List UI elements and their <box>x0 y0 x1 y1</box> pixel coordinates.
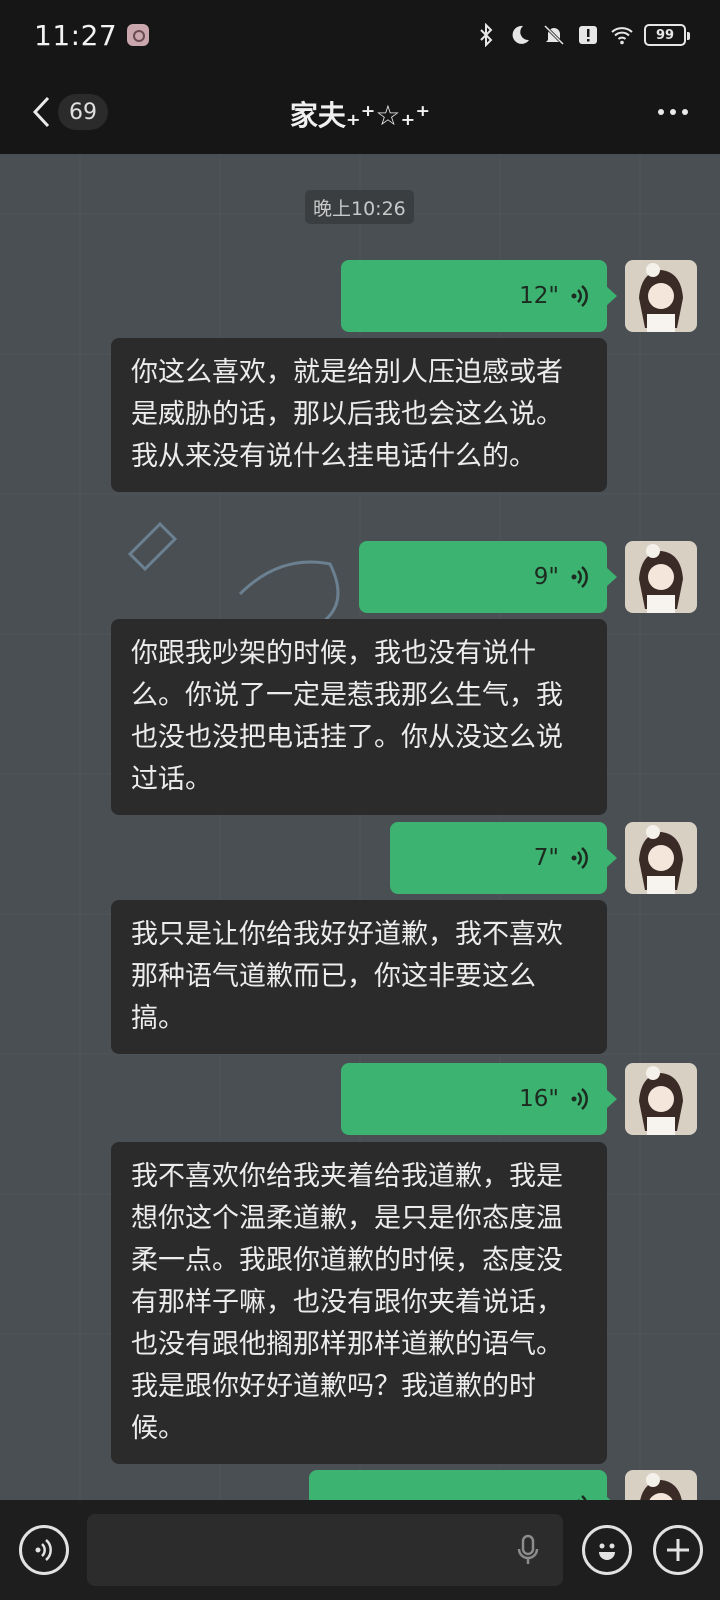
voice-duration: 16" <box>519 1086 559 1112</box>
message-input[interactable] <box>87 1514 563 1586</box>
emoji-button[interactable] <box>582 1525 632 1575</box>
chat-messages[interactable]: 晚上10:26 12" 你这么喜欢，就是给别人压迫感或者是威胁的话，那以后我也会… <box>0 154 720 1500</box>
voice-duration: 9" <box>533 564 559 590</box>
message-timestamp: 晚上10:26 <box>305 190 414 224</box>
voice-message[interactable]: 16" <box>341 1063 617 1135</box>
voice-duration: 7" <box>533 845 559 871</box>
battery-icon: 99 <box>644 24 690 46</box>
voice-wave-icon <box>571 847 588 869</box>
voice-wave-icon <box>571 566 588 588</box>
text-message[interactable]: 我不喜欢你给我夹着给我道歉，我是想你这个温柔道歉，是只是你态度温柔一点。我跟你道… <box>111 1142 607 1464</box>
voice-mode-icon <box>35 1539 52 1561</box>
voice-duration: 12" <box>519 283 559 309</box>
smiley-icon <box>599 1543 615 1560</box>
voice-message[interactable]: 7" <box>390 822 617 894</box>
avatar[interactable] <box>625 541 697 613</box>
input-bar <box>0 1500 720 1600</box>
bluetooth-icon <box>480 23 493 47</box>
voice-message[interactable]: 9" <box>359 541 617 613</box>
voice-message[interactable] <box>309 1470 617 1500</box>
voice-message[interactable]: 12" <box>341 260 617 332</box>
avatar[interactable] <box>625 1063 697 1135</box>
moon-icon <box>512 25 529 44</box>
status-time: 11:27 <box>34 18 118 52</box>
text-message[interactable]: 你跟我吵架的时候，我也没有说什么。你说了一定是惹我那么生气，我也没也没把电话挂了… <box>111 619 607 815</box>
status-icons: 99 <box>474 23 690 47</box>
voice-input-button[interactable] <box>19 1525 69 1575</box>
avatar[interactable] <box>625 260 697 332</box>
alert-icon <box>579 26 597 44</box>
text-message[interactable]: 你这么喜欢，就是给别人压迫感或者是威胁的话，那以后我也会这么说。我从来没有说什么… <box>111 338 607 492</box>
voice-wave-icon <box>571 285 588 307</box>
app-notification-icon <box>127 24 150 46</box>
more-functions-button[interactable] <box>653 1525 703 1575</box>
chat-title: 家夫₊⁺☆₊⁺ <box>289 99 431 132</box>
avatar[interactable] <box>625 822 697 894</box>
more-options-icon[interactable] <box>656 100 690 124</box>
wifi-icon <box>611 27 633 45</box>
voice-wave-icon <box>571 1088 588 1110</box>
microphone-icon[interactable] <box>516 1534 540 1566</box>
chat-header: 69 家夫₊⁺☆₊⁺ <box>0 70 720 154</box>
status-bar: 11:27 99 <box>0 0 720 70</box>
text-message[interactable]: 我只是让你给我好好道歉，我不喜欢那种语气道歉而已，你这非要这么搞。 <box>111 900 607 1054</box>
plus-icon <box>667 1539 689 1561</box>
avatar[interactable] <box>625 1470 697 1500</box>
bell-off-icon <box>543 24 565 46</box>
